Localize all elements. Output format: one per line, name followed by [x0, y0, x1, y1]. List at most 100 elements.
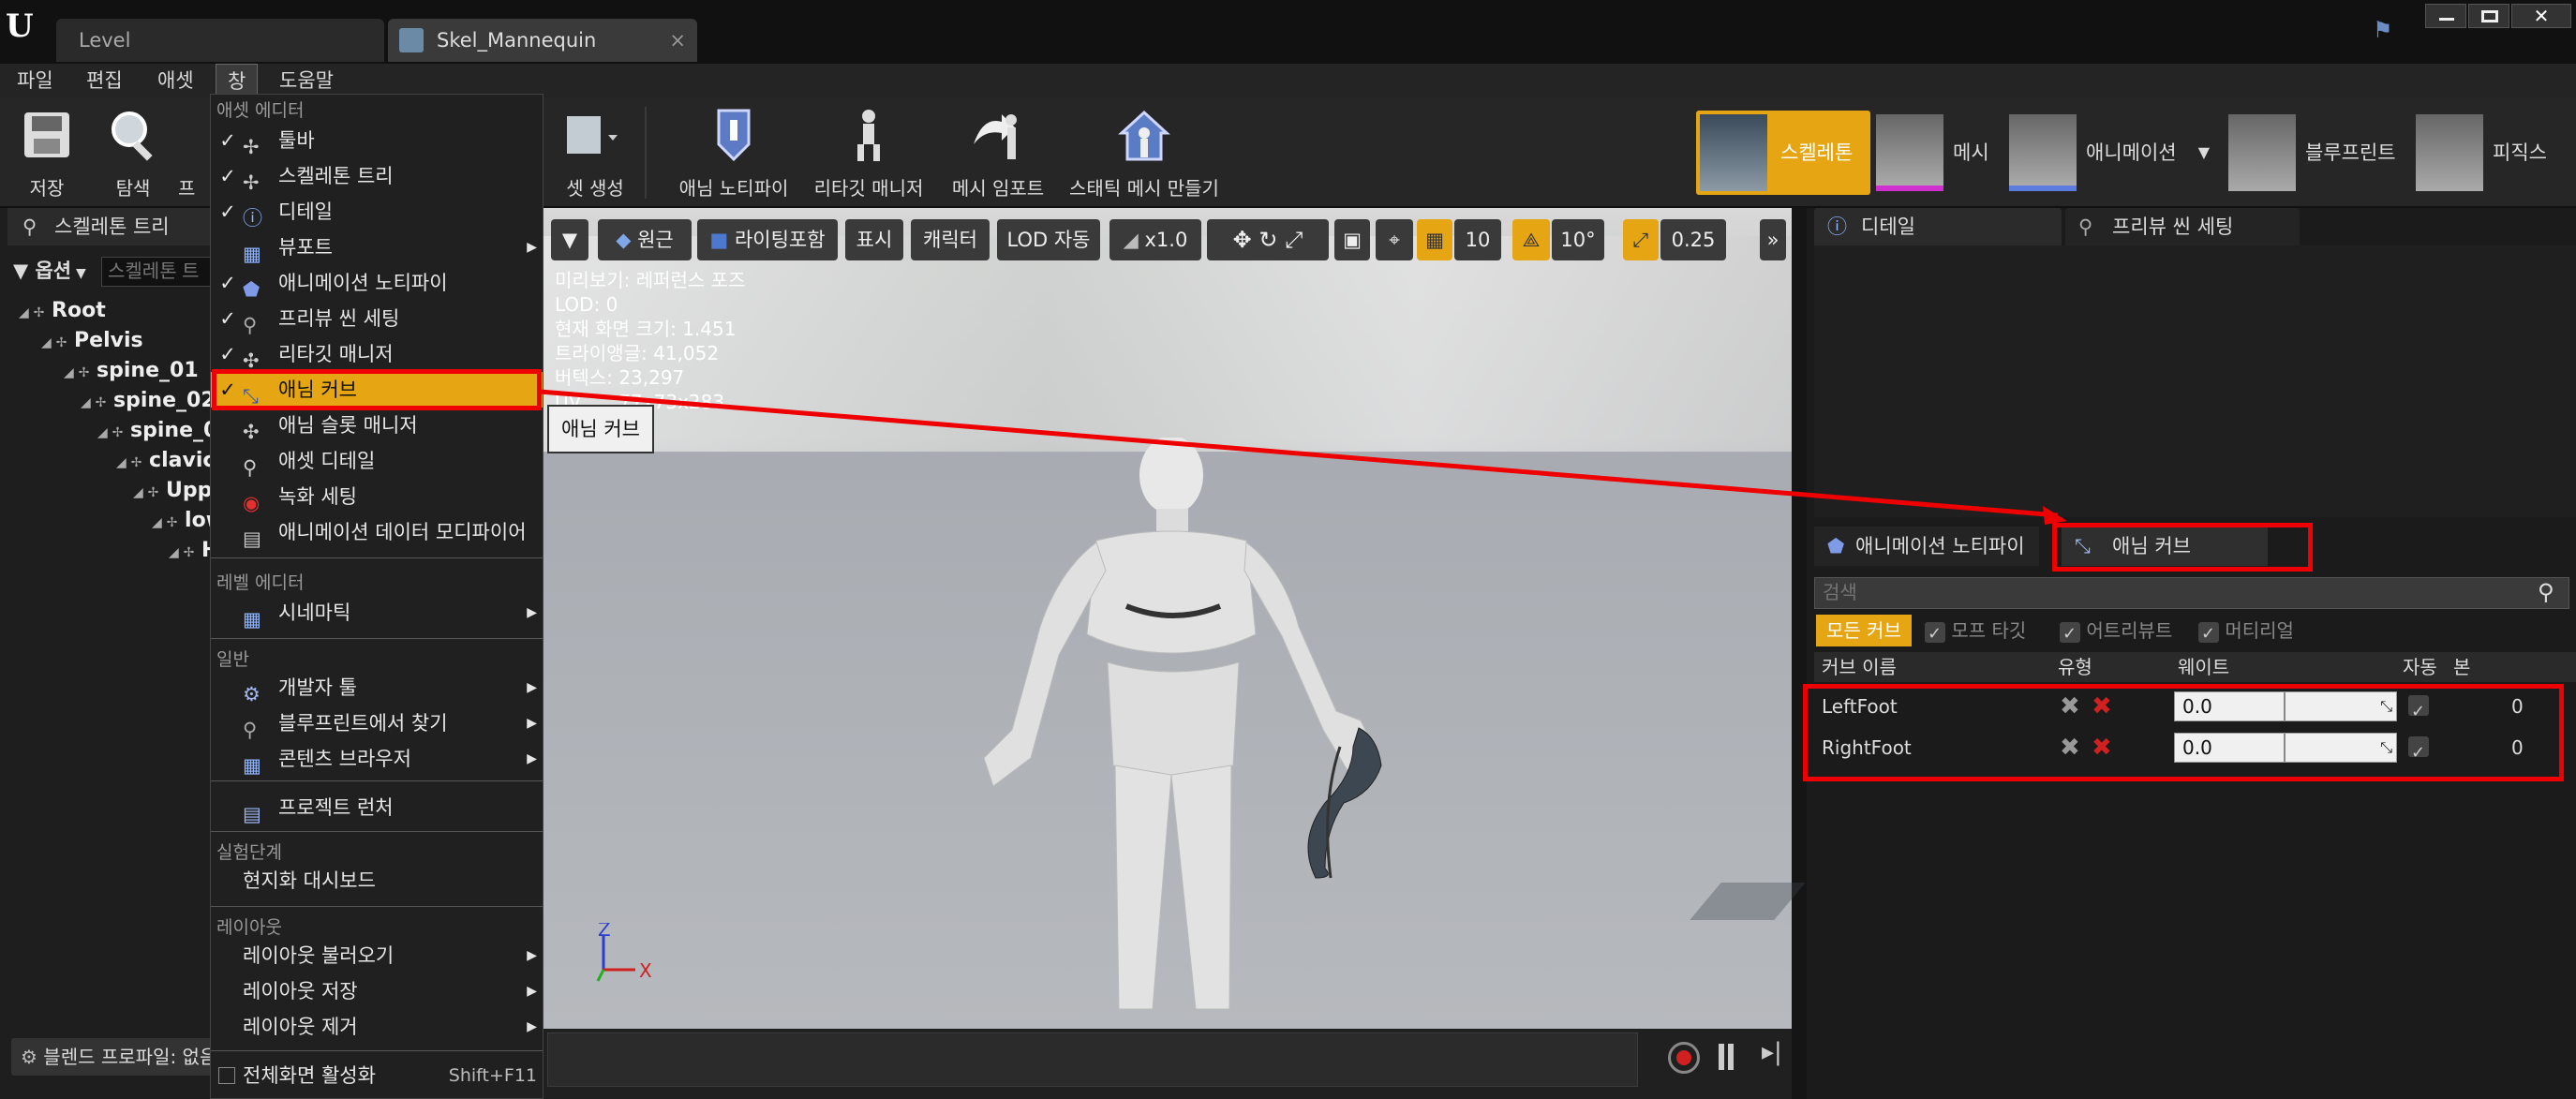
maximize-button[interactable] — [2468, 4, 2509, 28]
make-static-mesh-button[interactable]: 스태틱 메시 만들기 — [1065, 97, 1224, 208]
tree-item-spine01[interactable]: ◢ ✢ spine_01 — [64, 354, 199, 388]
pause-button[interactable] — [1713, 1042, 1741, 1074]
menu-item-anim-curve[interactable]: ✓ ⤡ 애님 커브 — [211, 372, 543, 408]
menu-item-record-settings[interactable]: ◉ 녹화 세팅 — [211, 479, 543, 514]
expand-toolbar-button[interactable]: » — [1760, 219, 1786, 260]
menu-edit[interactable]: 편집 — [75, 64, 134, 97]
menu-help[interactable]: 도움말 — [268, 64, 345, 97]
table-row[interactable]: LeftFoot ✖ ✖ 0.0 ⤡ 0 — [1814, 686, 2576, 733]
chevron-down-icon[interactable]: ▼ — [2198, 111, 2210, 195]
column-type[interactable]: 유형 — [2058, 652, 2092, 682]
filter-all-curves[interactable]: 모든 커브 — [1816, 615, 1912, 646]
tree-item-pelvis[interactable]: ◢ ✢ Pelvis — [41, 324, 143, 358]
fullscreen-checkbox[interactable] — [218, 1067, 235, 1084]
menu-item-load-layout[interactable]: 레이아웃 불러오기 ▶ — [211, 938, 543, 973]
local-space-button[interactable]: ▣ — [1334, 219, 1370, 260]
table-row[interactable]: RightFoot ✖ ✖ 0.0 ⤡ 0 — [1814, 727, 2576, 774]
rotation-snap-value[interactable]: 10° — [1552, 219, 1604, 260]
save-button[interactable]: 저장 — [7, 97, 86, 208]
create-asset-button[interactable]: 셋 생성 — [543, 97, 647, 208]
timeline-track[interactable] — [547, 1032, 1638, 1087]
rotation-snap-toggle[interactable]: ⟁ — [1512, 219, 1550, 260]
skeleton-search-input[interactable] — [101, 257, 217, 287]
menu-window[interactable]: 창 — [216, 64, 259, 97]
perspective-button[interactable]: ◆ 원근 — [598, 219, 692, 260]
mode-physics[interactable]: 피직스 — [2412, 111, 2576, 195]
profile-button[interactable]: 프 — [178, 97, 210, 208]
menu-item-content-browser[interactable]: ▦ 콘텐츠 브라우저 ▶ — [211, 741, 543, 777]
transform-tools[interactable]: ✥ ↻ ⤢ — [1207, 219, 1329, 260]
tab-anim-notify[interactable]: ⬟ 애니메이션 노티파이 — [1814, 527, 2039, 566]
weight-slider[interactable]: 0.0 ⤡ — [2174, 733, 2397, 763]
close-tab-button[interactable]: × — [669, 19, 686, 62]
menu-item-anim-data-modifier[interactable]: ▤ 애니메이션 데이터 모디파이어 — [211, 514, 543, 550]
tab-details[interactable]: ⓘ 디테일 — [1814, 208, 2062, 245]
source-control-icon[interactable]: ⚑ — [2373, 17, 2399, 43]
column-auto[interactable]: 자동 — [2403, 652, 2437, 682]
menu-item-cinematic[interactable]: ▦ 시네마틱 ▶ — [211, 595, 543, 631]
retarget-manager-button[interactable]: 리타깃 매니저 — [808, 97, 930, 208]
column-bone[interactable]: 본 — [2453, 652, 2470, 682]
blend-profile-button[interactable]: ⚙ 블렌드 프로파일: 없음 — [11, 1038, 217, 1076]
browse-button[interactable]: 탐색 — [94, 97, 172, 208]
lod-button[interactable]: LOD 자동 — [997, 219, 1100, 260]
minimize-button[interactable] — [2425, 4, 2466, 28]
curve-search-input[interactable] — [1814, 577, 2569, 609]
tab-anim-curve[interactable]: ⤡ 애님 커브 — [2062, 527, 2268, 566]
menu-item-remove-layout[interactable]: 레이아웃 제거 ▶ — [211, 1009, 543, 1045]
filter-attribute[interactable]: 어트리뷰트 — [2060, 615, 2172, 650]
menu-file[interactable]: 파일 — [6, 64, 65, 97]
mode-blueprint[interactable]: 블루프린트 — [2225, 111, 2408, 195]
menu-item-project-launcher[interactable]: ▤ 프로젝트 런처 — [211, 790, 543, 825]
menu-item-asset-details[interactable]: ⚲ 애셋 디테일 — [211, 443, 543, 479]
menu-item-viewport[interactable]: ▦ 뷰포트 ▶ — [211, 230, 543, 265]
scale-snap-toggle[interactable]: ⤢ — [1623, 219, 1659, 260]
menu-item-details[interactable]: ✓ ⓘ 디테일 — [211, 194, 543, 230]
tree-item-spine02[interactable]: ◢ ✢ spine_02 — [81, 384, 216, 418]
lit-button[interactable]: ■ 라이팅포함 — [697, 219, 838, 260]
menu-item-retarget-manager[interactable]: ✓ ✣ 리타깃 매니저 — [211, 336, 543, 372]
column-curve-name[interactable]: 커브 이름 — [1822, 652, 1897, 682]
menu-item-toolbar[interactable]: ✓ ✢ 툴바 — [211, 123, 543, 158]
tree-item-root[interactable]: ◢ ✢ Root — [19, 294, 106, 328]
auto-checkbox[interactable] — [2408, 691, 2429, 733]
material-type-icon[interactable]: ✖ — [2092, 727, 2112, 768]
mode-skeleton[interactable]: 스켈레톤 — [1696, 111, 1870, 195]
menu-item-localization-dashboard[interactable]: 현지화 대시보드 — [211, 863, 543, 899]
grid-snap-value[interactable]: 10 — [1454, 219, 1501, 260]
menu-item-developer-tools[interactable]: ⚙ 개발자 툴 ▶ — [211, 670, 543, 705]
options-button[interactable]: ▼ 옵션 ▼ — [13, 255, 86, 287]
anim-notify-button[interactable]: 애님 노티파이 — [663, 97, 804, 208]
tab-skeleton-tree[interactable]: ⚲ 스켈레톤 트리 — [7, 208, 217, 245]
morph-type-icon[interactable]: ✖ — [2060, 686, 2080, 727]
step-forward-button[interactable]: ▸| — [1762, 1038, 1790, 1076]
filter-morph-target[interactable]: 모프 타깃 — [1925, 615, 2026, 650]
menu-item-preview-scene[interactable]: ✓ ⚲ 프리뷰 씬 세팅 — [211, 301, 543, 336]
material-type-icon[interactable]: ✖ — [2092, 686, 2112, 727]
attribute-checkbox[interactable] — [2060, 618, 2080, 650]
menu-item-skeleton-tree[interactable]: ✓ ✢ 스켈레톤 트리 — [211, 158, 543, 194]
close-window-button[interactable]: ✕ — [2511, 4, 2571, 28]
tab-skel-mannequin[interactable]: Skel_Mannequin × — [388, 19, 697, 62]
mode-animation[interactable]: 애니메이션 ▼ — [2005, 111, 2221, 195]
playback-speed-button[interactable]: ◢ x1.0 — [1109, 219, 1201, 260]
surface-snap-button[interactable]: ⌖ — [1376, 219, 1413, 260]
menu-asset[interactable]: 애셋 — [146, 64, 205, 97]
weight-slider[interactable]: 0.0 ⤡ — [2174, 691, 2397, 721]
morph-target-checkbox[interactable] — [1925, 618, 1945, 650]
rotate-icon[interactable]: ↻ — [1258, 227, 1277, 253]
auto-checkbox[interactable] — [2408, 733, 2429, 774]
filter-material[interactable]: 머티리얼 — [2198, 615, 2294, 650]
menu-item-find-in-blueprints[interactable]: ⚲ 블루프린트에서 찾기 ▶ — [211, 705, 543, 741]
menu-item-save-layout[interactable]: 레이아웃 저장 ▶ — [211, 973, 543, 1009]
search-icon[interactable]: ⚲ — [2538, 579, 2554, 605]
unreal-logo[interactable]: U — [6, 7, 43, 45]
mode-mesh[interactable]: 메시 — [1872, 111, 2002, 195]
character-button[interactable]: 캐릭터 — [911, 219, 990, 260]
record-button[interactable] — [1668, 1042, 1700, 1074]
move-icon[interactable]: ✥ — [1233, 227, 1252, 253]
menu-item-anim-notify[interactable]: ✓ ⬟ 애니메이션 노티파이 — [211, 265, 543, 301]
menu-item-fullscreen[interactable]: 전체화면 활성화 Shift+F11 — [211, 1058, 543, 1093]
tab-preview-scene-settings[interactable]: ⚲ 프리뷰 씬 세팅 — [2065, 208, 2300, 245]
show-button[interactable]: 표시 — [845, 219, 903, 260]
